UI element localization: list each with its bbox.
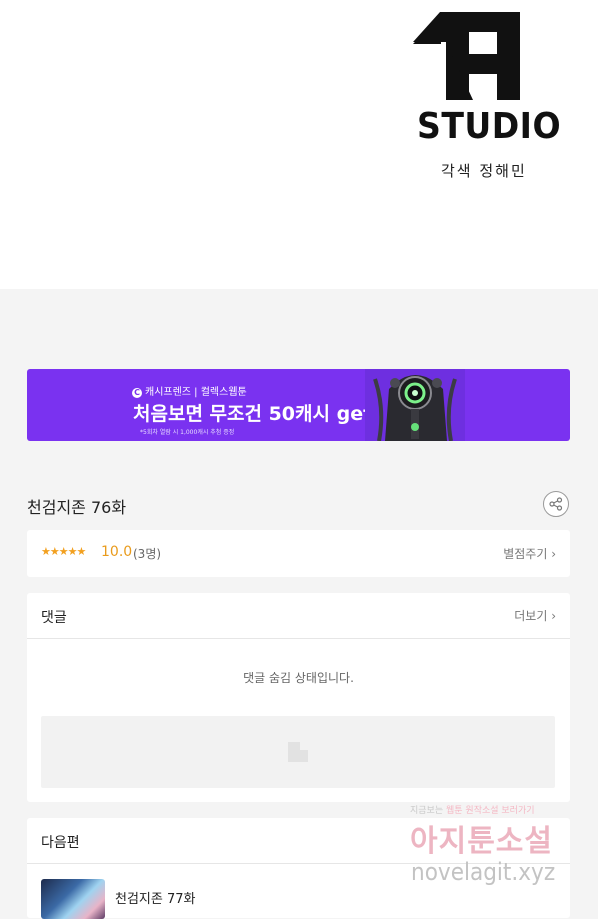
banner-brand: C 캐시프렌즈 | 컬렉스웹툰 xyxy=(132,383,247,398)
divider xyxy=(27,638,570,639)
banner-fine-print: *5회차 열람 시 1,000캐시 추첨 증정 xyxy=(140,429,235,436)
watermark-url: novelagit.xyz xyxy=(411,858,556,886)
episode-title: 천검지존 76화 xyxy=(27,498,127,517)
rating-score: 10.0 xyxy=(101,544,133,560)
studio-logo-icon xyxy=(413,12,520,100)
adaptation-credit: 각색 정해민 xyxy=(441,162,527,180)
comments-heading: 댓글 xyxy=(41,610,67,626)
comments-more-link[interactable]: 더보기 › xyxy=(514,607,556,624)
studio-name: STUDIO xyxy=(417,106,562,147)
watermark-brand: 아지툰소설 xyxy=(410,824,553,859)
episode-end-artwork: STUDIO 각색 정해민 xyxy=(0,0,598,289)
share-button[interactable] xyxy=(543,491,569,517)
next-episode-title[interactable]: 천검지존 77화 xyxy=(115,888,195,907)
rate-button[interactable]: 별점주기 › xyxy=(503,545,556,562)
share-icon xyxy=(549,497,563,511)
ad-placeholder xyxy=(41,716,555,788)
rating-card: ★★★★★ 10.0 (3명) 별점주기 › xyxy=(27,530,570,577)
watermark-tagline: 지금보는 웹툰 원작소설 보러가기 xyxy=(410,806,535,816)
star-rating-icon: ★★★★★ xyxy=(41,545,86,558)
promo-banner[interactable]: C 캐시프렌즈 | 컬렉스웹툰 처음보면 무조건 50캐시 get!! *5회차 … xyxy=(27,369,570,441)
next-episode-heading: 다음편 xyxy=(41,835,80,851)
comments-card: 댓글 더보기 › 댓글 숨김 상태입니다. xyxy=(27,593,570,802)
comments-hidden-message: 댓글 숨김 상태입니다. xyxy=(243,671,354,685)
image-placeholder-icon xyxy=(288,742,308,762)
banner-headline: 처음보면 무조건 50캐시 get!! xyxy=(133,403,390,425)
cyborg-illustration-icon xyxy=(365,369,465,441)
next-episode-thumbnail[interactable] xyxy=(41,879,105,919)
site-watermark: 지금보는 웹툰 원작소설 보러가기 아지툰소설 novelagit.xyz xyxy=(408,803,594,889)
rating-count: (3명) xyxy=(133,547,162,561)
cash-icon: C xyxy=(132,388,142,398)
